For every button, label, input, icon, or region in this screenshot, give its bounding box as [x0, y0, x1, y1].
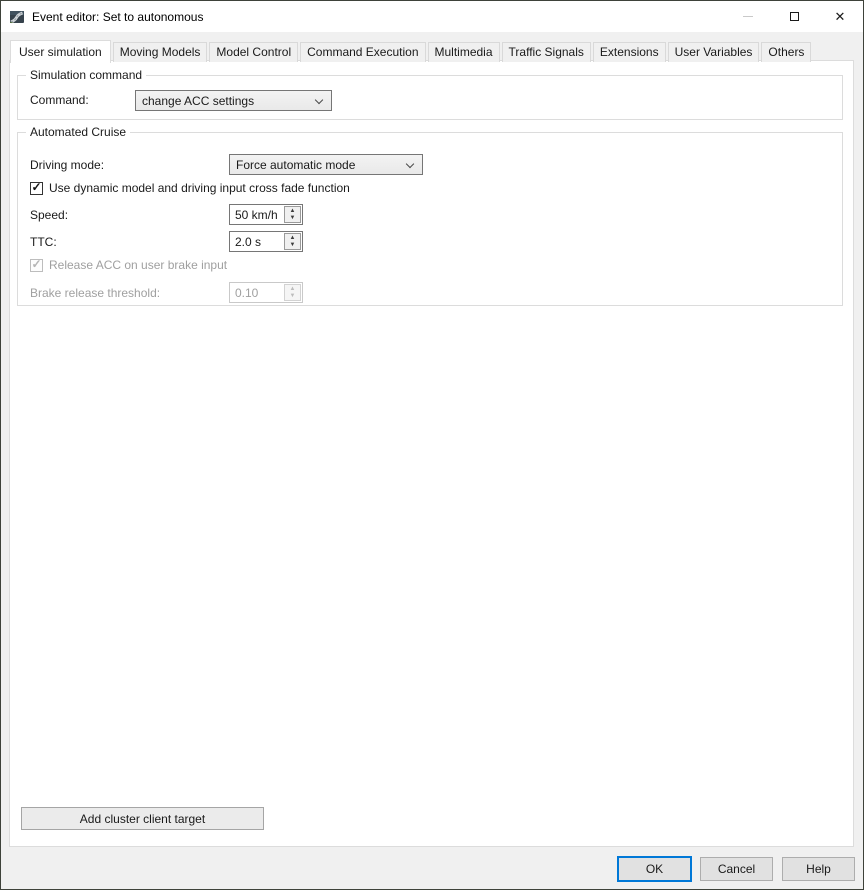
tab-model-control[interactable]: Model Control: [209, 42, 299, 62]
minimize-icon: [725, 1, 771, 32]
command-label: Command:: [30, 93, 89, 107]
event-editor-window: Event editor: Set to autonomous ✕ User s…: [0, 0, 864, 890]
ttc-stepper[interactable]: 2.0 s ▲ ▼: [229, 231, 303, 252]
ok-button-label: OK: [645, 862, 664, 876]
tab-multimedia[interactable]: Multimedia: [427, 42, 500, 62]
group-automated-cruise: Automated Cruise Driving mode: Force aut…: [17, 125, 843, 306]
group-simulation-command-label: Simulation command: [26, 68, 147, 82]
tab-moving-models[interactable]: Moving Models: [112, 42, 208, 62]
tab-user-variables[interactable]: User Variables: [667, 42, 760, 62]
group-automated-cruise-label: Automated Cruise: [26, 125, 131, 139]
brake-threshold-stepper-buttons: ▲ ▼: [284, 284, 301, 301]
help-button[interactable]: Help: [782, 857, 855, 881]
driving-mode-label: Driving mode:: [30, 158, 105, 172]
checkbox-box: ✓: [30, 180, 43, 195]
spin-up-icon[interactable]: ▲: [285, 207, 300, 215]
check-icon: ✓: [31, 257, 42, 271]
spin-down-icon[interactable]: ▼: [285, 215, 300, 223]
release-acc-checkbox-label: Release ACC on user brake input: [49, 258, 228, 272]
brake-threshold-stepper-value: 0.10: [235, 286, 259, 300]
window-title: Event editor: Set to autonomous: [32, 9, 204, 24]
check-icon: ✓: [31, 180, 42, 194]
crossfade-checkbox[interactable]: ✓ Use dynamic model and driving input cr…: [30, 180, 350, 195]
add-cluster-client-target-label: Add cluster client target: [79, 811, 206, 826]
tab-page-user-simulation: Simulation command Command: change ACC s…: [9, 60, 854, 847]
speed-stepper-buttons: ▲ ▼: [284, 206, 301, 223]
chevron-down-icon: [314, 95, 324, 105]
driving-mode-dropdown-value: Force automatic mode: [236, 157, 356, 172]
brake-threshold-stepper: 0.10 ▲ ▼: [229, 282, 303, 303]
add-cluster-client-target-button[interactable]: Add cluster client target: [21, 807, 264, 830]
spin-down-icon[interactable]: ▼: [285, 242, 300, 250]
tab-extensions[interactable]: Extensions: [592, 42, 666, 62]
tab-others[interactable]: Others: [761, 42, 812, 62]
crossfade-checkbox-label: Use dynamic model and driving input cros…: [49, 181, 350, 195]
caption-buttons: ✕: [725, 1, 863, 32]
cancel-button-label: Cancel: [717, 862, 756, 876]
speed-stepper[interactable]: 50 km/h ▲ ▼: [229, 204, 303, 225]
speed-label: Speed:: [30, 208, 69, 222]
ok-button[interactable]: OK: [617, 856, 692, 882]
group-simulation-command: Simulation command Command: change ACC s…: [17, 68, 843, 120]
chevron-down-icon: [405, 159, 415, 169]
tabstrip: User simulation Moving Models Model Cont…: [10, 40, 813, 63]
release-acc-checkbox: ✓ Release ACC on user brake input: [30, 257, 228, 272]
tab-traffic-signals[interactable]: Traffic Signals: [501, 42, 591, 62]
cancel-button[interactable]: Cancel: [700, 857, 773, 881]
driving-mode-dropdown[interactable]: Force automatic mode: [229, 154, 423, 175]
command-dropdown[interactable]: change ACC settings: [135, 90, 332, 111]
tab-command-execution[interactable]: Command Execution: [300, 42, 426, 62]
tab-user-simulation[interactable]: User simulation: [10, 40, 111, 63]
speed-stepper-value[interactable]: 50 km/h: [230, 205, 284, 224]
close-icon[interactable]: ✕: [817, 1, 863, 32]
maximize-icon[interactable]: [771, 1, 817, 32]
help-button-label: Help: [806, 862, 831, 876]
ttc-label: TTC:: [30, 235, 57, 249]
ttc-stepper-buttons: ▲ ▼: [284, 233, 301, 250]
ttc-stepper-value[interactable]: 2.0 s: [230, 232, 284, 251]
titlebar: Event editor: Set to autonomous ✕: [1, 1, 863, 32]
spin-down-icon: ▼: [289, 293, 296, 300]
spin-up-icon[interactable]: ▲: [285, 234, 300, 242]
spin-up-icon: ▲: [289, 285, 296, 292]
app-road-icon: [10, 10, 24, 23]
checkbox-box: ✓: [30, 257, 43, 272]
brake-threshold-label: Brake release threshold:: [30, 286, 161, 300]
command-dropdown-value: change ACC settings: [142, 93, 255, 108]
